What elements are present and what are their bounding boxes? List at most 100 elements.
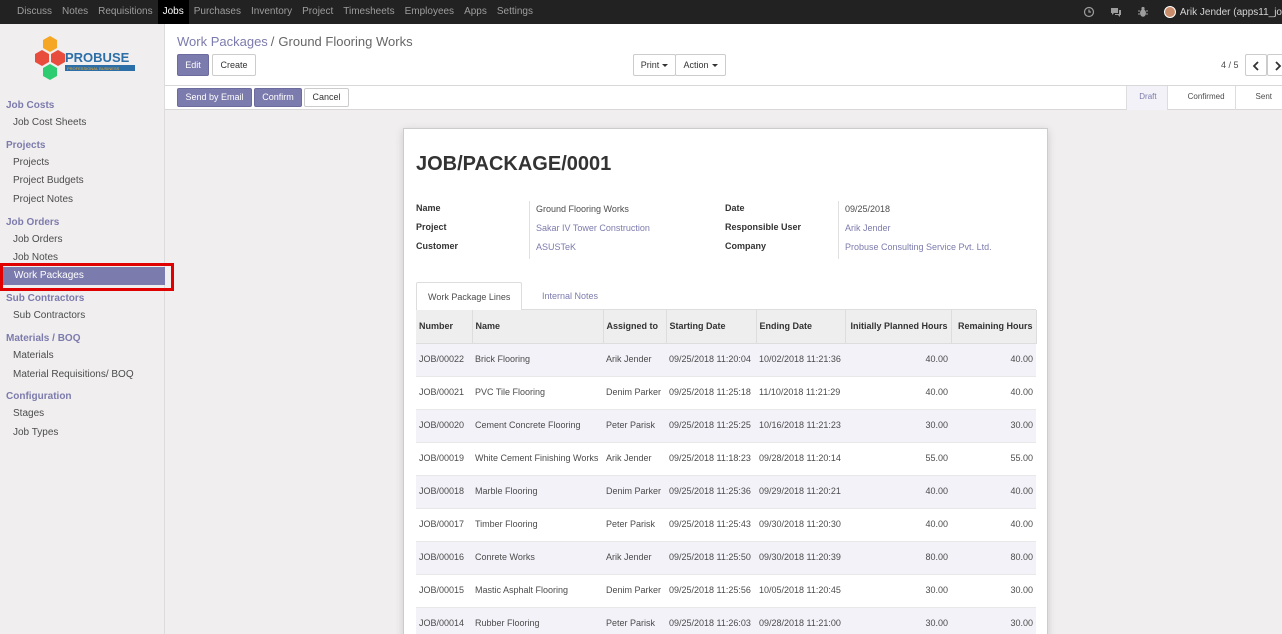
sidebar-item-job-cost-sheets[interactable]: Job Cost Sheets	[13, 117, 86, 128]
caret-down-icon	[711, 64, 718, 68]
column-header[interactable]: Name	[472, 310, 604, 344]
menu-settings[interactable]: Settings	[492, 0, 538, 24]
edit-button[interactable]: Edit	[177, 54, 209, 76]
customer-link[interactable]: ASUSTeK	[536, 242, 576, 252]
cell-name: Mastic Asphalt Flooring	[472, 573, 603, 607]
cell-ending-date: 10/16/2018 11:21:23	[756, 408, 845, 442]
cell-remaining-hours: 40.00	[951, 375, 1036, 409]
cancel-button[interactable]: Cancel	[304, 88, 349, 107]
cell-number: JOB/00016	[416, 540, 472, 574]
responsible-user-link[interactable]: Arik Jender	[845, 223, 891, 233]
column-header[interactable]: Assigned to	[603, 310, 667, 344]
table-row[interactable]: JOB/00014 Rubber Flooring Peter Parisk 0…	[416, 606, 1036, 634]
column-header[interactable]: Number	[416, 310, 473, 344]
sidebar-section-configuration: Configuration	[6, 391, 72, 402]
table-row[interactable]: JOB/00018 Marble Flooring Denim Parker 0…	[416, 474, 1036, 508]
sidebar-item-job-types[interactable]: Job Types	[13, 427, 58, 438]
pager-next-button[interactable]	[1267, 54, 1282, 76]
send-by-email-button[interactable]: Send by Email	[177, 88, 252, 107]
column-header[interactable]: Initially Planned Hours	[845, 310, 952, 344]
cell-remaining-hours: 30.00	[951, 606, 1036, 634]
cell-remaining-hours: 40.00	[951, 342, 1036, 376]
menu-jobs[interactable]: Jobs	[157, 0, 189, 24]
cell-ending-date: 09/30/2018 11:20:39	[756, 540, 845, 574]
menu-project[interactable]: Project	[297, 0, 338, 24]
pager-value[interactable]: 4 / 5	[1221, 60, 1239, 70]
menu-notes[interactable]: Notes	[57, 0, 93, 24]
sidebar-section-sub-contractors: Sub Contractors	[6, 293, 85, 304]
app-menu: Discuss Notes Requisitions Jobs Purchase…	[12, 0, 538, 24]
table-row[interactable]: JOB/00017 Timber Flooring Peter Parisk 0…	[416, 507, 1036, 541]
cell-remaining-hours: 40.00	[951, 474, 1036, 508]
cell-planned-hours: 30.00	[845, 606, 951, 634]
cell-remaining-hours: 40.00	[951, 507, 1036, 541]
cell-assigned-to: Peter Parisk	[603, 507, 666, 541]
status-pipeline: Draft Confirmed Sent	[1126, 86, 1282, 110]
column-header[interactable]: Ending Date	[756, 310, 846, 344]
menu-apps[interactable]: Apps	[459, 0, 492, 24]
menu-purchases[interactable]: Purchases	[189, 0, 246, 24]
cell-planned-hours: 40.00	[845, 375, 951, 409]
form-sheet: JOB/PACKAGE/0001 Name Project Customer G…	[403, 128, 1048, 634]
cell-assigned-to: Arik Jender	[603, 540, 666, 574]
column-header[interactable]: Remaining Hours	[951, 310, 1037, 344]
breadcrumb: Work Packages / Ground Flooring Works	[177, 34, 413, 49]
sidebar-item-material-requisitions[interactable]: Material Requisitions/ BOQ	[13, 369, 134, 380]
menu-requisitions[interactable]: Requisitions	[93, 0, 157, 24]
sidebar-item-materials[interactable]: Materials	[13, 350, 54, 361]
sidebar-item-sub-contractors[interactable]: Sub Contractors	[13, 310, 85, 321]
sidebar-item-job-orders[interactable]: Job Orders	[13, 234, 62, 245]
print-dropdown[interactable]: Print	[633, 54, 676, 76]
sidebar-item-project-budgets[interactable]: Project Budgets	[13, 175, 84, 186]
pager-previous-button[interactable]	[1245, 54, 1267, 76]
sidebar-item-project-notes[interactable]: Project Notes	[13, 194, 73, 205]
cell-number: JOB/00018	[416, 474, 472, 508]
cell-ending-date: 09/28/2018 11:20:14	[756, 441, 845, 475]
bug-icon[interactable]	[1137, 6, 1149, 18]
menu-inventory[interactable]: Inventory	[246, 0, 297, 24]
top-navbar: Discuss Notes Requisitions Jobs Purchase…	[0, 0, 1282, 24]
confirm-button[interactable]: Confirm	[254, 88, 302, 107]
cell-number: JOB/00014	[416, 606, 472, 634]
systray: Arik Jender (apps11_jo	[1083, 0, 1282, 24]
table-row[interactable]: JOB/00016 Conrete Works Arik Jender 09/2…	[416, 540, 1036, 574]
cell-starting-date: 09/25/2018 11:26:03	[666, 606, 756, 634]
create-button[interactable]: Create	[212, 54, 256, 76]
avatar[interactable]	[1163, 6, 1176, 18]
table-row[interactable]: JOB/00020 Cement Concrete Flooring Peter…	[416, 408, 1036, 442]
tab-work-package-lines[interactable]: Work Package Lines	[416, 282, 523, 311]
breadcrumb-separator: /	[270, 34, 275, 49]
status-draft[interactable]: Draft	[1126, 86, 1167, 110]
table-row[interactable]: JOB/00019 White Cement Finishing Works A…	[416, 441, 1036, 475]
field-divider	[529, 201, 530, 259]
breadcrumb-parent[interactable]: Work Packages	[177, 34, 268, 49]
menu-timesheets[interactable]: Timesheets	[338, 0, 399, 24]
cell-number: JOB/00015	[416, 573, 472, 607]
table-row[interactable]: JOB/00021 PVC Tile Flooring Denim Parker…	[416, 375, 1036, 409]
sidebar-item-projects[interactable]: Projects	[13, 157, 49, 168]
cell-name: Marble Flooring	[472, 474, 603, 508]
sidebar-item-stages[interactable]: Stages	[13, 408, 44, 419]
clock-icon[interactable]	[1083, 6, 1095, 18]
status-sent[interactable]: Sent	[1234, 86, 1282, 110]
project-link[interactable]: Sakar IV Tower Construction	[536, 223, 650, 233]
cell-number: JOB/00017	[416, 507, 472, 541]
chat-icon[interactable]	[1110, 6, 1122, 18]
sidebar-item-job-notes[interactable]: Job Notes	[13, 252, 58, 263]
table-row[interactable]: JOB/00022 Brick Flooring Arik Jender 09/…	[416, 342, 1036, 376]
company-logo: PROBUSE PROFESSIONAL BUSINESS	[30, 34, 140, 90]
action-dropdown[interactable]: Action	[675, 54, 726, 76]
user-menu[interactable]: Arik Jender (apps11_jo	[1180, 7, 1282, 18]
cell-name: Cement Concrete Flooring	[472, 408, 603, 442]
tab-internal-notes[interactable]: Internal Notes	[531, 282, 609, 311]
control-panel: Work Packages / Ground Flooring Works Edit…	[165, 24, 1282, 86]
menu-employees[interactable]: Employees	[400, 0, 459, 24]
column-header[interactable]: Starting Date	[666, 310, 757, 344]
cell-assigned-to: Denim Parker	[603, 375, 666, 409]
menu-discuss[interactable]: Discuss	[12, 0, 57, 24]
sidebar-section-projects: Projects	[6, 140, 46, 151]
table-row[interactable]: JOB/00015 Mastic Asphalt Flooring Denim …	[416, 573, 1036, 607]
company-link[interactable]: Probuse Consulting Service Pvt. Ltd.	[845, 242, 992, 252]
cell-number: JOB/00020	[416, 408, 472, 442]
status-confirmed[interactable]: Confirmed	[1166, 86, 1235, 110]
